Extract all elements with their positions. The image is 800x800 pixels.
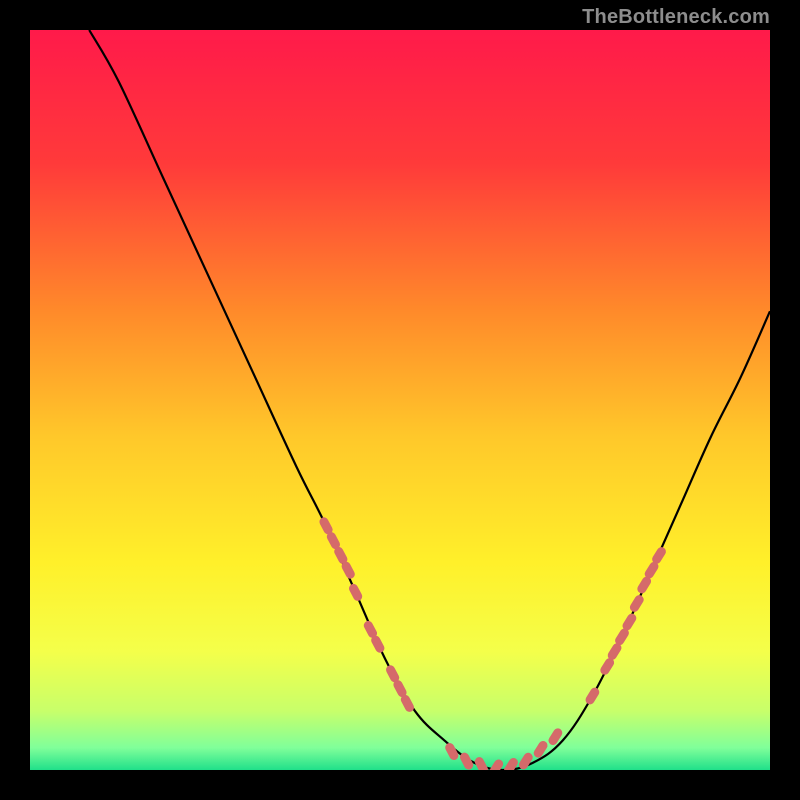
data-marker: [627, 618, 632, 626]
chart-stage: TheBottleneck.com: [0, 0, 800, 800]
data-marker: [368, 625, 372, 633]
data-marker: [612, 648, 617, 656]
data-marker: [465, 757, 469, 765]
data-marker: [553, 733, 558, 741]
data-marker: [509, 762, 514, 770]
data-marker: [324, 522, 328, 530]
data-marker: [605, 663, 610, 671]
data-marker: [642, 581, 647, 589]
data-marker: [657, 552, 662, 560]
data-marker: [634, 600, 639, 608]
curve-line: [89, 30, 770, 770]
data-marker: [494, 764, 499, 770]
plot-area: [30, 30, 770, 770]
data-marker: [376, 640, 380, 648]
data-marker: [479, 762, 483, 770]
data-marker: [620, 633, 625, 641]
bottleneck-curve: [30, 30, 770, 770]
data-marker: [649, 566, 654, 574]
data-marker: [354, 588, 358, 596]
data-marker: [590, 692, 595, 700]
data-marker: [339, 551, 343, 559]
watermark-text: TheBottleneck.com: [582, 6, 770, 29]
data-marker: [450, 748, 454, 756]
data-markers: [324, 522, 661, 770]
data-marker: [331, 537, 335, 545]
data-marker: [538, 745, 543, 753]
data-marker: [346, 566, 350, 574]
data-marker: [523, 757, 528, 765]
data-marker: [405, 699, 409, 707]
data-marker: [391, 670, 395, 678]
data-marker: [398, 685, 402, 693]
